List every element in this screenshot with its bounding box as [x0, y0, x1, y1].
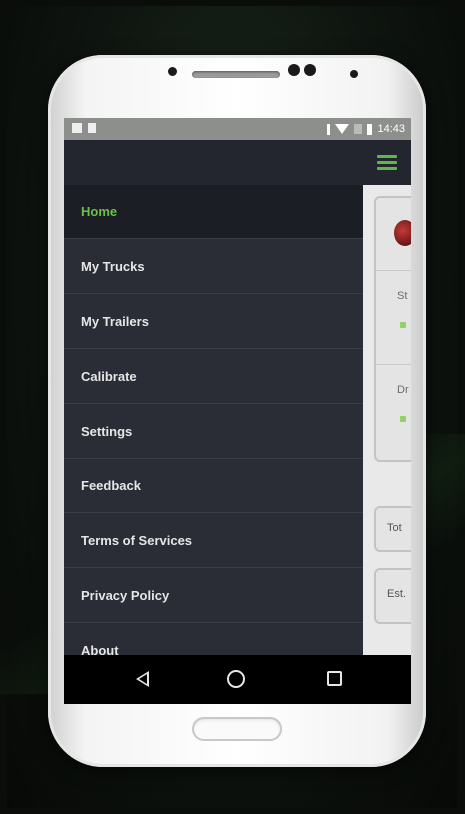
estimate-label: Est.	[387, 588, 406, 600]
bluetooth-icon	[327, 123, 331, 135]
driver-indicator	[400, 416, 406, 422]
status-time: 14:43	[377, 123, 405, 135]
drawer-item-privacy-policy[interactable]: Privacy Policy	[64, 569, 363, 623]
signal-icon	[354, 124, 363, 134]
back-button[interactable]	[108, 655, 178, 704]
drawer-item-label: About	[81, 643, 119, 655]
app-bar	[64, 140, 411, 185]
battery-icon	[367, 123, 373, 135]
notification-icon	[72, 123, 82, 133]
phone-screen: 14:43 St Dr Tot Est. Home My Trucks My T…	[64, 118, 411, 704]
recent-apps-button[interactable]	[300, 655, 370, 704]
summary-card: St Dr	[374, 196, 411, 462]
front-camera-icon	[288, 64, 300, 76]
drawer-item-terms-of-services[interactable]: Terms of Services	[64, 514, 363, 568]
total-card: Tot	[374, 506, 411, 552]
status-bar: 14:43	[64, 118, 411, 140]
physical-home-button[interactable]	[192, 717, 282, 741]
wifi-icon	[335, 124, 350, 134]
status-label: St	[397, 290, 408, 302]
drawer-item-label: My Trucks	[81, 259, 145, 274]
front-camera-icon	[304, 64, 316, 76]
avatar	[394, 220, 411, 246]
home-circle-icon	[227, 670, 245, 688]
drawer-item-label: Calibrate	[81, 369, 137, 384]
drawer-item-settings[interactable]: Settings	[64, 405, 363, 459]
drawer-item-label: Terms of Services	[81, 533, 193, 548]
drawer-item-label: My Trailers	[81, 314, 149, 329]
system-nav-bar	[64, 655, 411, 704]
drawer-item-label: Home	[81, 204, 118, 219]
drawer-item-feedback[interactable]: Feedback	[64, 459, 363, 513]
sensor-icon	[168, 67, 177, 76]
drawer-item-my-trailers[interactable]: My Trailers	[64, 295, 363, 349]
drawer-item-label: Privacy Policy	[81, 588, 170, 603]
drawer-item-calibrate[interactable]: Calibrate	[64, 350, 363, 404]
hamburger-icon[interactable]	[377, 155, 397, 171]
drawer-item-home[interactable]: Home	[64, 185, 363, 239]
total-label: Tot	[387, 522, 402, 534]
drawer-item-my-trucks[interactable]: My Trucks	[64, 240, 363, 294]
drawer-item-label: Settings	[81, 424, 133, 439]
estimate-card: Est.	[374, 568, 411, 624]
status-icons: 14:43	[327, 121, 405, 137]
navigation-drawer: Home My Trucks My Trailers Calibrate Set…	[64, 185, 363, 655]
recent-apps-icon	[327, 671, 342, 686]
sensor-icon	[350, 70, 358, 78]
notification-icon	[88, 123, 96, 133]
drawer-item-about[interactable]: About	[64, 624, 363, 655]
status-indicator	[400, 322, 406, 328]
drawer-item-label: Feedback	[81, 478, 141, 493]
earpiece	[192, 71, 280, 78]
driver-label: Dr	[397, 384, 409, 396]
home-button[interactable]	[202, 655, 272, 704]
